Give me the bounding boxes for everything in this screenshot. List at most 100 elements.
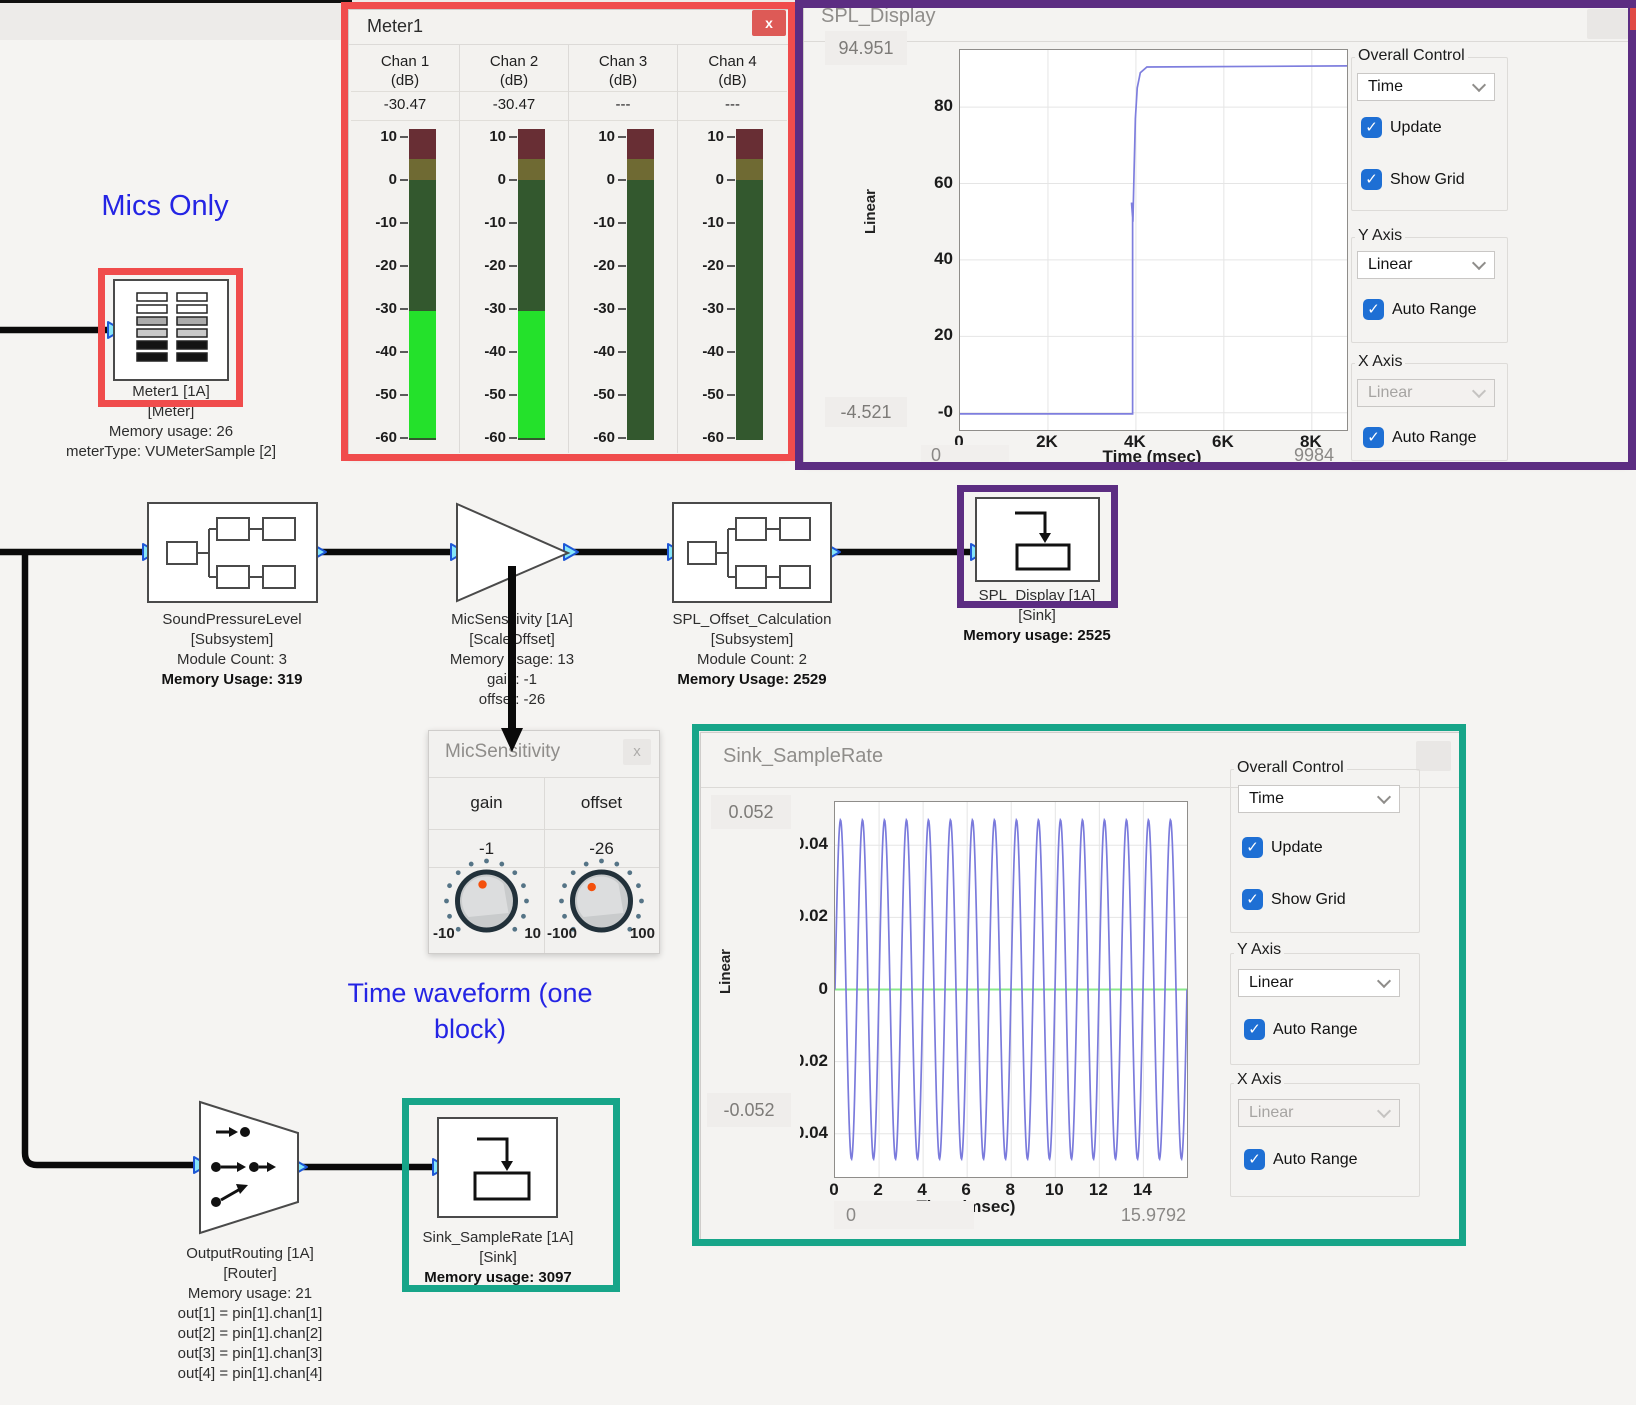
x-axis-group-label: X Axis [1234, 1071, 1284, 1089]
app-canvas: Mics Only Time waveform (one block) Mete… [0, 0, 1636, 1405]
scale-tick-mark [727, 179, 735, 181]
scale-tick-label: -60 [351, 429, 397, 447]
block-label-line: [Subsystem] [622, 630, 882, 650]
mic-close-button[interactable]: x [623, 739, 651, 765]
y-tick-label: 40 [934, 249, 953, 269]
x-auto-range-checkbox[interactable]: Auto Range [1244, 1149, 1358, 1170]
scale-tick-label: -50 [460, 386, 506, 404]
block-label-line: [Meter] [61, 402, 281, 422]
meter1-close-button[interactable]: x [752, 10, 786, 36]
show-grid-checkbox[interactable]: Show Grid [1242, 889, 1346, 910]
scale-tick-mark [618, 308, 626, 310]
meter-block[interactable] [113, 279, 229, 381]
checkbox-checked-icon [1244, 1149, 1265, 1170]
x-scale-dropdown[interactable]: Linear [1238, 1099, 1400, 1127]
x-max-field[interactable]: 15.9792 [1046, 1205, 1186, 1226]
scale-tick-label: -30 [569, 300, 615, 318]
chevron-down-icon [1377, 1104, 1391, 1118]
sink-y-ticks: 0.040.0200.020.04 [800, 801, 830, 1176]
y-tick-label: 0.04 [800, 1123, 828, 1143]
sink-x-ticks: 02468101214 [834, 1180, 1186, 1198]
meter-over-zone [627, 129, 654, 159]
scale-tick-label: 10 [460, 128, 506, 146]
meter-over-zone [736, 129, 763, 159]
scale-tick-label: -30 [351, 300, 397, 318]
y-max-readout: 0.052 [711, 795, 791, 829]
scale-tick-mark [509, 308, 517, 310]
channel-value: -30.47 [460, 92, 568, 121]
meter-bar [736, 129, 763, 440]
spl-plot-area[interactable] [959, 49, 1348, 431]
title-separator [804, 41, 1629, 42]
y-tick-label: -0 [938, 402, 953, 422]
meter-scale: 100-10-20-30-40-50-60 [351, 121, 459, 449]
row-separator [429, 829, 659, 830]
meter-warn-zone [627, 159, 654, 181]
block-label-line: SPL_Display [1A] [917, 586, 1157, 606]
spl-offset-calculation-block[interactable] [672, 502, 832, 603]
x-auto-range-checkbox[interactable]: Auto Range [1363, 427, 1477, 448]
sink-close-button[interactable] [1416, 741, 1451, 771]
sink-plot-area[interactable] [834, 801, 1188, 1178]
annotation-mics-only: Mics Only [85, 190, 245, 223]
x-axis-group-label: X Axis [1355, 353, 1405, 371]
meter-bar [409, 129, 436, 440]
y-tick-label: 0.02 [800, 1051, 828, 1071]
scale-tick-label: -50 [678, 386, 724, 404]
sound-pressure-level-block[interactable] [147, 502, 318, 603]
y-max-readout: 94.951 [825, 31, 907, 65]
y-scale-dropdown[interactable]: Linear [1357, 251, 1495, 279]
scale-tick-mark [400, 437, 408, 439]
block-label-line: Memory usage: 21 [110, 1284, 390, 1304]
y-scale-dropdown[interactable]: Linear [1238, 969, 1400, 997]
channel-value: -30.47 [351, 92, 459, 121]
channel-header: Chan 4(dB) [678, 45, 787, 92]
scale-tick-label: -30 [460, 300, 506, 318]
sink-samplerate-block[interactable] [437, 1117, 558, 1218]
channel-header: Chan 1(dB) [351, 45, 459, 92]
y-min-readout: -4.521 [825, 397, 907, 427]
x-min-field[interactable]: 0 [834, 1201, 974, 1229]
mode-value: Time [1368, 78, 1403, 96]
meter-active-level [409, 311, 436, 438]
meter-scale: 100-10-20-30-40-50-60 [569, 121, 677, 449]
scale-tick-label: -50 [569, 386, 615, 404]
x-min-field[interactable]: 0 [921, 445, 1009, 465]
block-label-line: OutputRouting [1A] [110, 1244, 390, 1264]
meter-channel: Chan 4(dB)---100-10-20-30-40-50-60 [678, 45, 787, 453]
x-tick-label: 2K [1025, 432, 1069, 452]
scale-tick-mark [400, 179, 408, 181]
y-axis-title: Linear [862, 169, 879, 253]
scale-tick-mark [727, 222, 735, 224]
mode-dropdown[interactable]: Time [1357, 73, 1495, 101]
scale-tick-label: -40 [569, 343, 615, 361]
spl-window-button[interactable] [1587, 9, 1631, 39]
scale-tick-label: -20 [460, 257, 506, 275]
scale-tick-mark [509, 394, 517, 396]
show-grid-checkbox[interactable]: Show Grid [1361, 169, 1465, 190]
update-checkbox[interactable]: Update [1242, 837, 1323, 858]
meter-block-label: Meter1 [1A][Meter]Memory usage: 26meterT… [61, 382, 281, 462]
update-checkbox[interactable]: Update [1361, 117, 1442, 138]
overall-control-label: Overall Control [1234, 759, 1347, 777]
meter-channels: Chan 1(dB)-30.47100-10-20-30-40-50-60Cha… [351, 45, 787, 453]
output-routing-block[interactable] [198, 1100, 300, 1235]
scale-tick-mark [727, 437, 735, 439]
y-auto-range-checkbox[interactable]: Auto Range [1244, 1019, 1358, 1040]
x-max-field[interactable]: 9984 [1234, 445, 1334, 466]
y-auto-range-checkbox[interactable]: Auto Range [1363, 299, 1477, 320]
meter-bar [627, 129, 654, 440]
scale-tick-label: -20 [351, 257, 397, 275]
spl-chart [960, 50, 1347, 430]
y-tick-label: 0.02 [800, 906, 828, 926]
spl-close-button-sliver[interactable] [1630, 8, 1636, 30]
scale-tick-label: -40 [460, 343, 506, 361]
chevron-down-icon [1377, 974, 1391, 988]
sink-samplerate-label: Sink_SampleRate [1A][Sink]Memory usage: … [378, 1228, 618, 1288]
meter-channel: Chan 2(dB)-30.47100-10-20-30-40-50-60 [460, 45, 569, 453]
channel-value: --- [678, 92, 787, 121]
x-scale-dropdown[interactable]: Linear [1357, 379, 1495, 407]
spl-display-block[interactable] [975, 497, 1100, 582]
mode-dropdown[interactable]: Time [1238, 785, 1400, 813]
scale-tick-mark [400, 265, 408, 267]
